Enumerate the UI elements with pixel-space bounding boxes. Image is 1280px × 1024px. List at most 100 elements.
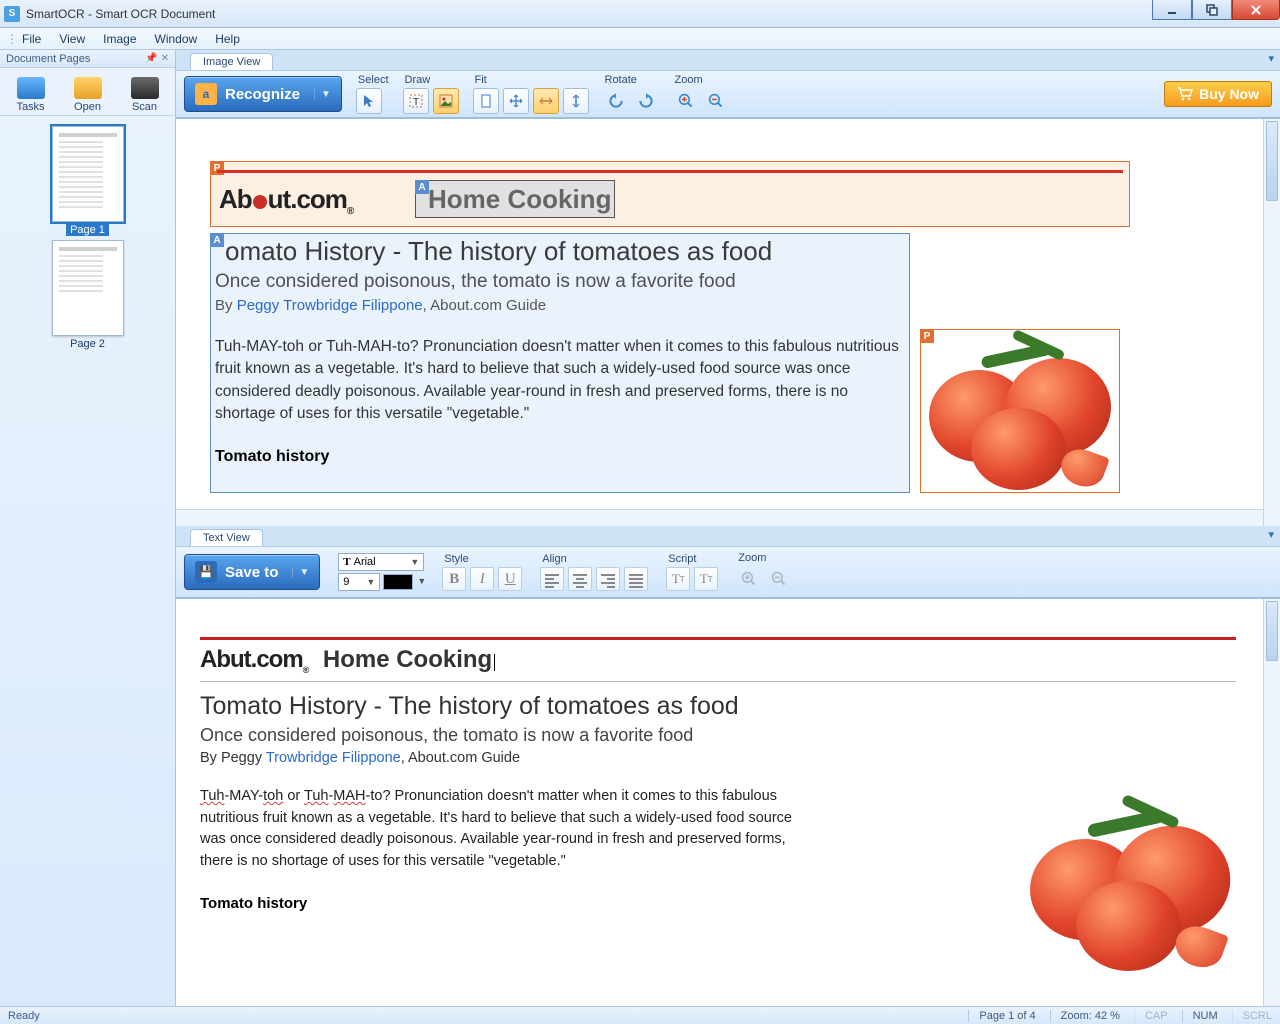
- tab-image-view[interactable]: Image View: [190, 53, 273, 70]
- status-zoom: Zoom: 42 %: [1050, 1010, 1120, 1022]
- underline-button[interactable]: U: [498, 567, 522, 591]
- article-subtitle: Once considered poisonous, the tomato is…: [213, 271, 907, 293]
- brand-logo: Abut.com®: [219, 184, 353, 217]
- sidebar: Document Pages 📌 ✕ Tasks Open Scan Page …: [0, 50, 176, 1006]
- fit-height[interactable]: [563, 88, 589, 114]
- font-size-combo[interactable]: 9▼: [338, 573, 380, 591]
- sidebar-pin-icon[interactable]: 📌 ✕: [145, 53, 169, 64]
- svg-text:T: T: [413, 97, 419, 108]
- save-icon: 💾: [195, 561, 217, 583]
- menu-help[interactable]: Help: [215, 32, 240, 46]
- tv-zoom-out-icon[interactable]: [766, 566, 792, 592]
- article-title: omato History - The history of tomatoes …: [213, 236, 907, 267]
- tv-article-byline: By Peggy Trowbridge Filippone, About.com…: [200, 750, 1236, 766]
- page-thumbnails: Page 1 Page 2: [0, 116, 175, 1006]
- draw-image-zone[interactable]: [433, 88, 459, 114]
- pane-menu-icon[interactable]: ▾: [1268, 528, 1274, 541]
- rotate-left[interactable]: [603, 88, 629, 114]
- menu-window[interactable]: Window: [155, 32, 198, 46]
- textview-toolbar: 💾 Save to ▼ TArial▼ 9▼ Style B I U Align: [176, 546, 1280, 598]
- italic-button[interactable]: I: [470, 567, 494, 591]
- tv-zoom-in-icon[interactable]: [736, 566, 762, 592]
- window-title: SmartOCR - Smart OCR Document: [26, 7, 215, 21]
- saveto-dropdown-icon[interactable]: ▼: [292, 567, 309, 578]
- section-heading: Home Cooking: [323, 646, 492, 673]
- pane-menu-icon[interactable]: ▾: [1268, 52, 1274, 65]
- zone-tag-a: A: [415, 180, 429, 194]
- minimize-button[interactable]: [1152, 0, 1192, 20]
- open-icon: [74, 77, 102, 99]
- subscript-button[interactable]: TT: [694, 567, 718, 591]
- zoom-in-icon[interactable]: [673, 88, 699, 114]
- fit-both[interactable]: [503, 88, 529, 114]
- author-link[interactable]: Peggy Trowbridge Filippone: [237, 297, 423, 314]
- align-center-button[interactable]: [568, 567, 592, 591]
- status-bar: Ready Page 1 of 4 Zoom: 42 % CAP NUM SCR…: [0, 1006, 1280, 1024]
- scrollbar-horizontal[interactable]: [176, 509, 1263, 526]
- align-justify-button[interactable]: [624, 567, 648, 591]
- tomato-image: [1021, 795, 1236, 971]
- close-button[interactable]: [1232, 0, 1280, 20]
- tab-text-view[interactable]: Text View: [190, 529, 263, 546]
- fit-width[interactable]: [533, 88, 559, 114]
- thumbnail-page-2[interactable]: Page 2: [52, 240, 124, 350]
- scan-icon: [131, 77, 159, 99]
- zone-picture-header[interactable]: P Abut.com® A Home Cooking: [210, 161, 1130, 227]
- menu-image[interactable]: Image: [103, 32, 136, 46]
- menu-file[interactable]: File: [22, 32, 41, 46]
- thumbnail-page-1[interactable]: Page 1: [52, 126, 124, 236]
- status-ready: Ready: [8, 1010, 40, 1022]
- maximize-button[interactable]: [1192, 0, 1232, 20]
- imageview-toolbar: a Recognize ▼ Select Draw T Fit: [176, 70, 1280, 118]
- tv-article-body: Tuh-MAY-toh or Tuh-MAH-to? Pronunciation…: [200, 786, 800, 873]
- tasks-icon: [17, 77, 45, 99]
- scrollbar-vertical[interactable]: [1263, 119, 1280, 526]
- buy-now-button[interactable]: Buy Now: [1164, 81, 1272, 107]
- recognize-button[interactable]: a Recognize ▼: [184, 76, 342, 112]
- fit-page[interactable]: [473, 88, 499, 114]
- author-link[interactable]: Trowbridge Filippone: [266, 750, 401, 766]
- status-num: NUM: [1182, 1010, 1218, 1022]
- tasks-button[interactable]: Tasks: [7, 77, 55, 113]
- imageview-tab-row: Image View ▾: [176, 50, 1280, 70]
- align-right-button[interactable]: [596, 567, 620, 591]
- recognize-dropdown-icon[interactable]: ▼: [314, 89, 331, 100]
- article-body: Tuh-MAY-toh or Tuh-MAH-to? Pronunciation…: [213, 336, 907, 426]
- sidebar-header: Document Pages 📌 ✕: [0, 50, 175, 68]
- menu-bar: ⋮ File View Image Window Help: [0, 28, 1280, 50]
- recognize-icon: a: [195, 83, 217, 105]
- tv-article-subtitle: Once considered poisonous, the tomato is…: [200, 725, 1236, 746]
- zone-picture-tomato[interactable]: P: [920, 329, 1120, 493]
- draw-text-zone[interactable]: T: [403, 88, 429, 114]
- zone-text-article[interactable]: A omato History - The history of tomatoe…: [210, 233, 910, 493]
- title-bar: S SmartOCR - Smart OCR Document: [0, 0, 1280, 28]
- article-byline: By Peggy Trowbridge Filippone, About.com…: [213, 297, 907, 314]
- save-to-button[interactable]: 💾 Save to ▼: [184, 554, 320, 590]
- font-color-swatch[interactable]: [383, 574, 413, 590]
- cart-icon: [1177, 87, 1193, 101]
- zone-section-selected[interactable]: A Home Cooking: [415, 180, 615, 218]
- menu-view[interactable]: View: [59, 32, 85, 46]
- image-viewport: P Abut.com® A Home Cooking A omato Histo…: [176, 118, 1280, 526]
- font-family-combo[interactable]: TArial▼: [338, 553, 424, 571]
- status-cap: CAP: [1134, 1010, 1168, 1022]
- open-button[interactable]: Open: [64, 77, 112, 113]
- zone-tag-a: A: [210, 233, 224, 247]
- rotate-right[interactable]: [633, 88, 659, 114]
- tomato-image: [921, 330, 1116, 490]
- superscript-button[interactable]: TT: [666, 567, 690, 591]
- article-subhead: Tomato history: [213, 448, 907, 466]
- text-viewport: Abut.com® Home Cooking Tomato History - …: [176, 598, 1280, 1006]
- tv-article-title: Tomato History - The history of tomatoes…: [200, 692, 1236, 721]
- brand-logo: Abut.com®: [200, 646, 314, 673]
- bold-button[interactable]: B: [442, 567, 466, 591]
- status-page: Page 1 of 4: [968, 1010, 1035, 1022]
- text-page[interactable]: Abut.com® Home Cooking Tomato History - …: [190, 613, 1246, 1002]
- scan-button[interactable]: Scan: [121, 77, 169, 113]
- zoom-out-icon[interactable]: [703, 88, 729, 114]
- image-page[interactable]: P Abut.com® A Home Cooking A omato Histo…: [190, 133, 1246, 506]
- align-left-button[interactable]: [540, 567, 564, 591]
- select-tool[interactable]: [356, 88, 382, 114]
- scrollbar-vertical[interactable]: [1263, 599, 1280, 1006]
- section-heading: Home Cooking: [416, 181, 614, 215]
